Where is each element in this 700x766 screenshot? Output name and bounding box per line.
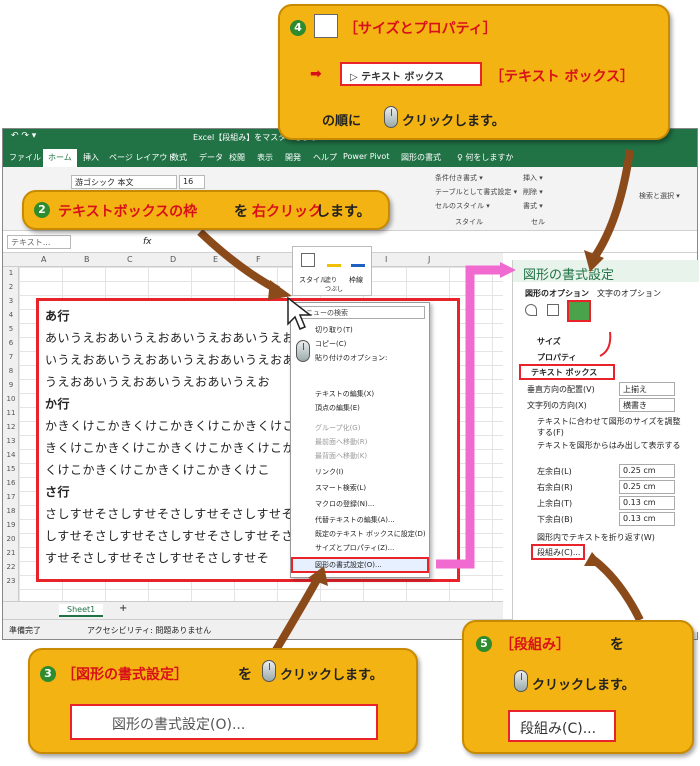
mouse-icon bbox=[262, 660, 276, 682]
callout-step2: 2 テキストボックスの枠 を 右クリック します。 bbox=[22, 190, 390, 230]
columns-button-sample: 段組み(C)... bbox=[508, 710, 616, 742]
callout-step3: 3 ［図形の書式設定］ を クリックします。 図形の書式設定(O)... bbox=[28, 648, 418, 754]
callout4-line3b: クリックします。 bbox=[402, 114, 505, 129]
size-properties-icon bbox=[314, 14, 338, 38]
textbox-button-sample: ▷ テキスト ボックス bbox=[340, 62, 482, 86]
columns-button-label: 段組み(C)... bbox=[520, 721, 597, 737]
step-number: 4 bbox=[290, 20, 306, 36]
callout2-part2: を bbox=[234, 204, 248, 220]
textbox-button-label: ▷ テキスト ボックス bbox=[350, 72, 445, 83]
mouse-icon bbox=[384, 106, 398, 128]
callout2-part4: します。 bbox=[316, 204, 371, 220]
step-number: 3 bbox=[40, 666, 56, 682]
callout4-target: ［テキスト ボックス］ bbox=[490, 69, 635, 85]
callout2-part1: テキストボックスの枠 bbox=[58, 204, 198, 220]
callout2-part3: 右クリック bbox=[252, 204, 322, 220]
callout4-title: ［サイズとプロパティ］ bbox=[344, 21, 497, 37]
callout5-mid: を bbox=[610, 637, 624, 653]
callout5-target: ［段組み］ bbox=[500, 637, 570, 653]
callout5-end: クリックします。 bbox=[532, 678, 635, 693]
arrow-icon: ➡ bbox=[310, 66, 322, 82]
format-shape-button-sample: 図形の書式設定(O)... bbox=[70, 704, 378, 740]
callout3-mid: を bbox=[238, 667, 252, 683]
mouse-pointer-icon bbox=[287, 296, 313, 330]
mouse-icon bbox=[514, 670, 528, 692]
mouse-icon bbox=[296, 340, 310, 362]
callout3-end: クリックします。 bbox=[280, 668, 383, 683]
step-number: 2 bbox=[34, 202, 50, 218]
callout3-target: ［図形の書式設定］ bbox=[62, 667, 188, 683]
format-shape-button-label: 図形の書式設定(O)... bbox=[112, 717, 246, 733]
step-number: 5 bbox=[476, 636, 492, 652]
callout-step4: 4 ［サイズとプロパティ］ ➡ ▷ テキスト ボックス ［テキスト ボックス］ … bbox=[278, 4, 670, 140]
callout4-line3a: の順に bbox=[322, 114, 362, 129]
callout-step5: 5 ［段組み］ を クリックします。 段組み(C)... bbox=[462, 620, 694, 754]
